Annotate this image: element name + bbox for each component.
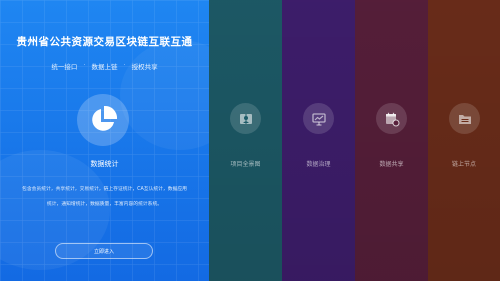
tag-separator: ·	[123, 61, 126, 69]
panel-label: 项目全景图	[230, 161, 261, 168]
book-person-icon	[230, 103, 261, 134]
pie-chart-icon	[77, 94, 129, 146]
calendar-share-icon	[376, 103, 407, 134]
panel-label: 链上节点	[451, 161, 476, 168]
panel-shade	[282, 0, 355, 281]
tag-unified-interface: 统一接口	[51, 63, 78, 71]
panel-shade	[209, 0, 282, 281]
presentation-chart-icon	[303, 103, 334, 134]
panel-chain-nodes[interactable]: 链上节点	[428, 0, 500, 281]
panel-shade	[355, 0, 428, 281]
tag-authorized-sharing: 授权共享	[131, 63, 158, 71]
enter-now-button[interactable]: 立即进入	[55, 243, 153, 259]
panel-shade	[428, 0, 500, 281]
panel-carousel: 贵州省公共资源交易区块链互联互通 统一接口 · 数据上链 · 授权共享 数据统计…	[0, 0, 500, 281]
panel-data-governance[interactable]: 数据治理	[282, 0, 355, 281]
panel-label: 数据治理	[306, 161, 331, 168]
panel-project-overview[interactable]: 项目全景图	[209, 0, 282, 281]
featured-panel-description: 包含会员统计，共享统计，交易统计，链上存证统计，CA互认统计，数据应用统计，通知…	[22, 187, 187, 207]
tag-data-onchain: 数据上链	[91, 63, 118, 71]
feature-tags: 统一接口 · 数据上链 · 授权共享	[0, 61, 209, 71]
featured-panel-name: 数据统计	[90, 160, 119, 168]
featured-panel-data-statistics: 贵州省公共资源交易区块链互联互通 统一接口 · 数据上链 · 授权共享 数据统计…	[0, 0, 209, 281]
panel-data-sharing[interactable]: 数据共享	[355, 0, 428, 281]
panel-label: 数据共享	[379, 161, 404, 168]
folder-icon	[449, 103, 480, 134]
tag-separator: ·	[83, 61, 86, 69]
platform-title: 贵州省公共资源交易区块链互联互通	[16, 36, 193, 48]
